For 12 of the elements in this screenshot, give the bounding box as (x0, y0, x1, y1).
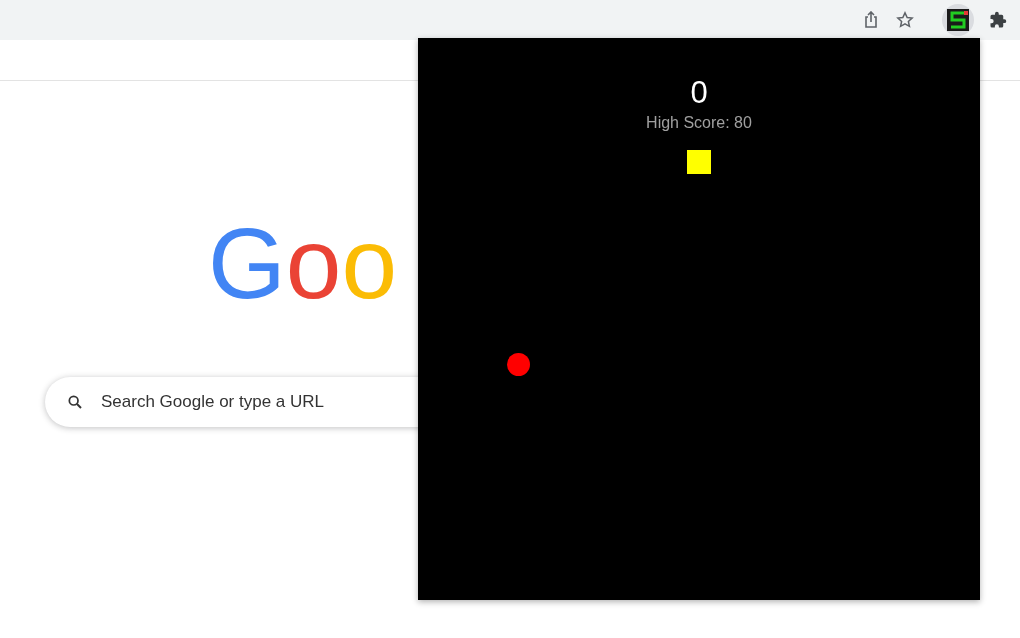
snake-head (687, 150, 711, 174)
high-score: High Score: 80 (645, 114, 753, 132)
search-field[interactable]: Search Google or type a URL (99, 391, 503, 413)
food-dot (507, 353, 530, 376)
puzzle-icon (989, 11, 1007, 29)
snake-game-icon (947, 9, 969, 31)
snake-extension-button[interactable] (942, 4, 974, 36)
google-logo: Goo (208, 213, 398, 313)
share-icon[interactable] (864, 11, 878, 29)
search-icon (67, 394, 83, 410)
score: 0 (690, 75, 708, 110)
star-icon[interactable] (896, 11, 914, 29)
